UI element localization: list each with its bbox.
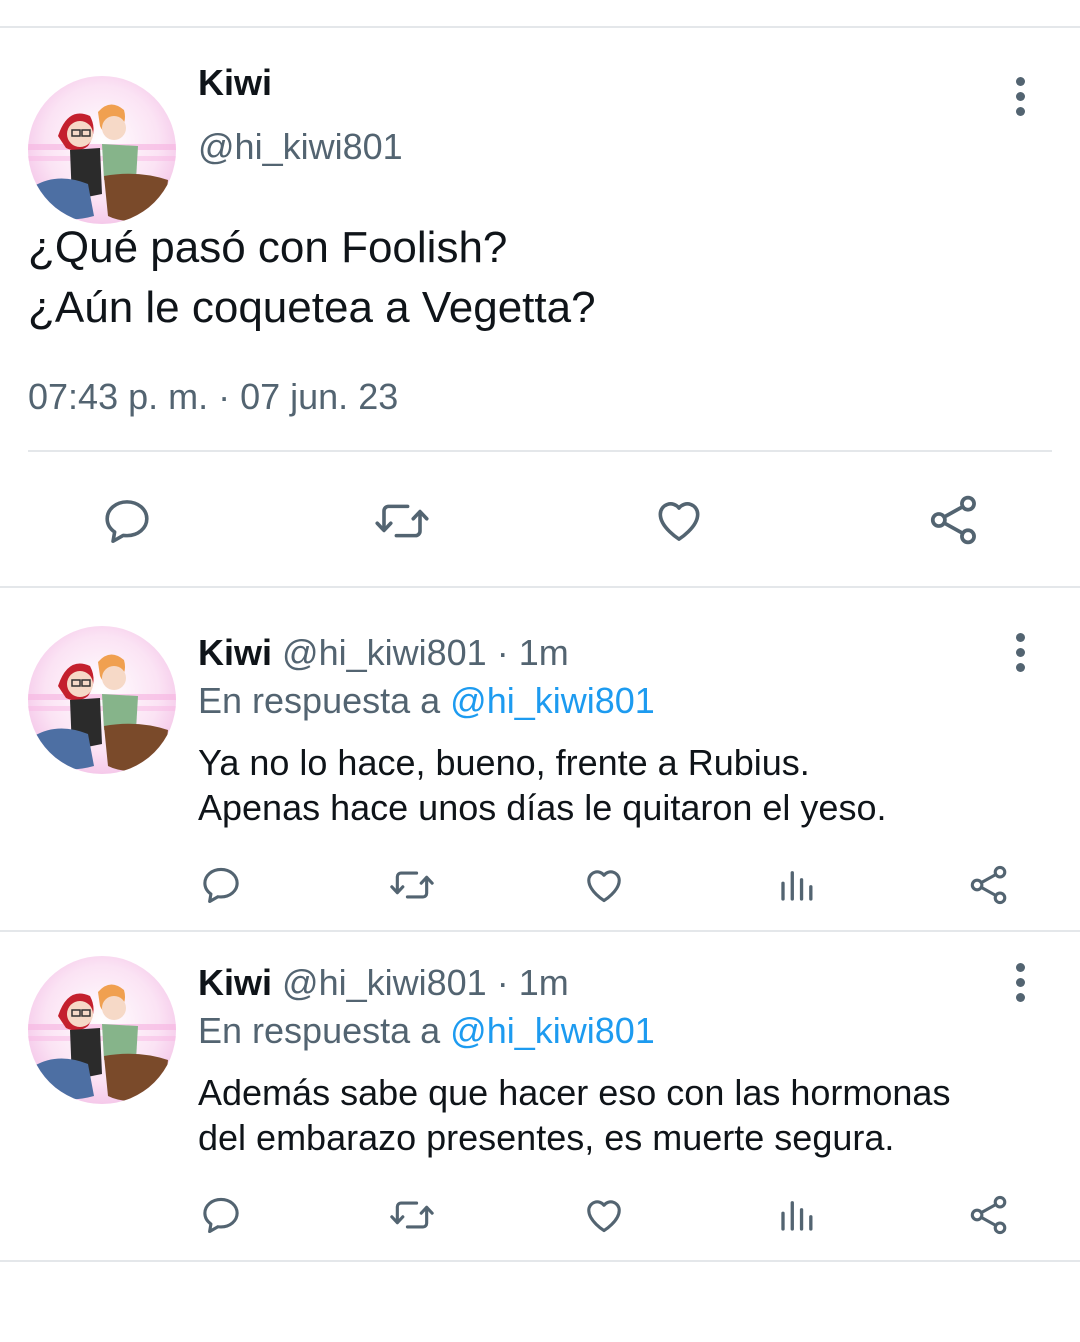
display-name[interactable]: Kiwi — [198, 962, 272, 1003]
avatar[interactable] — [28, 626, 176, 774]
share-icon — [970, 1195, 1007, 1235]
user-handle[interactable]: @hi_kiwi801 — [198, 126, 403, 168]
avatar-illustration — [28, 626, 176, 774]
tweet-text-line: ¿Qué pasó con Foolish? — [28, 223, 508, 272]
user-handle[interactable]: @hi_kiwi801 — [282, 632, 487, 673]
like-icon — [587, 1200, 621, 1233]
reply-prefix: En respuesta a — [198, 680, 441, 721]
like-icon — [587, 870, 621, 903]
avatar[interactable] — [28, 76, 176, 224]
tweet-text: ¿Qué pasó con Foolish? ¿Aún le coquetea … — [28, 218, 1048, 338]
reply-header: Kiwi @hi_kiwi801 · 1m — [198, 962, 569, 1004]
reply-icon — [203, 867, 239, 904]
reply-button[interactable] — [198, 1192, 244, 1238]
reply-icon — [105, 500, 149, 544]
like-button[interactable] — [580, 1192, 628, 1238]
user-handle[interactable]: @hi_kiwi801 — [282, 962, 487, 1003]
tweet-timestamp[interactable]: 07:43 p. m. · 07 jun. 23 — [28, 376, 398, 418]
avatar[interactable] — [28, 956, 176, 1104]
tweet-text-line: Ya no lo hace, bueno, frente a Rubius. — [198, 742, 810, 783]
reply-context: En respuesta a @hi_kiwi801 — [198, 1010, 655, 1052]
retweet-button[interactable] — [386, 1192, 438, 1238]
views-button[interactable] — [774, 862, 820, 908]
tweet-text-line: ¿Aún le coquetea a Vegetta? — [28, 283, 596, 332]
display-name[interactable]: Kiwi — [198, 632, 272, 673]
more-options-icon[interactable] — [1004, 628, 1036, 676]
tweet-text: Además sabe que hacer eso con las hormon… — [198, 1070, 1058, 1160]
views-button[interactable] — [774, 1192, 820, 1238]
display-name[interactable]: Kiwi — [198, 62, 272, 104]
divider — [28, 450, 1052, 452]
share-button[interactable] — [966, 1192, 1012, 1238]
like-button[interactable] — [648, 490, 710, 550]
avatar-illustration — [28, 76, 176, 224]
reply-context: En respuesta a @hi_kiwi801 — [198, 680, 655, 722]
retweet-icon — [390, 1201, 434, 1229]
tweet-time[interactable]: 1m — [519, 962, 569, 1003]
reply-to-link[interactable]: @hi_kiwi801 — [450, 1010, 655, 1051]
separator: · — [496, 632, 509, 673]
like-icon — [658, 502, 700, 541]
tweet-text-line: Además sabe que hacer eso con las hormon… — [198, 1072, 951, 1113]
tweet-time[interactable]: 1m — [519, 632, 569, 673]
reply-prefix: En respuesta a — [198, 1010, 441, 1051]
tweet-text-line: del embarazo presentes, es muerte segura… — [198, 1117, 895, 1158]
reply-tweet: Kiwi @hi_kiwi801 · 1m En respuesta a @hi… — [0, 932, 1080, 1260]
retweet-icon — [390, 871, 434, 899]
more-options-icon[interactable] — [1004, 958, 1036, 1006]
reply-icon — [203, 1197, 239, 1234]
retweet-icon — [375, 504, 429, 538]
share-button[interactable] — [966, 862, 1012, 908]
share-icon — [930, 495, 976, 545]
share-button[interactable] — [924, 490, 984, 550]
tweet-text: Ya no lo hace, bueno, frente a Rubius. A… — [198, 740, 1058, 830]
like-button[interactable] — [580, 862, 628, 908]
views-icon — [781, 1201, 813, 1231]
reply-button[interactable] — [96, 492, 158, 550]
section-divider — [0, 1260, 1080, 1262]
more-options-icon[interactable] — [1004, 72, 1036, 120]
reply-button[interactable] — [198, 862, 244, 908]
reply-header: Kiwi @hi_kiwi801 · 1m — [198, 632, 569, 674]
reply-tweet: Kiwi @hi_kiwi801 · 1m En respuesta a @hi… — [0, 588, 1080, 930]
reply-to-link[interactable]: @hi_kiwi801 — [450, 680, 655, 721]
tweet-text-line: Apenas hace unos días le quitaron el yes… — [198, 787, 887, 828]
retweet-button[interactable] — [386, 862, 438, 908]
main-tweet: Kiwi @hi_kiwi801 ¿Qué pasó con Foolish? … — [0, 28, 1080, 588]
retweet-button[interactable] — [368, 492, 436, 550]
separator: · — [496, 962, 509, 1003]
views-icon — [781, 871, 813, 901]
avatar-illustration — [28, 956, 176, 1104]
share-icon — [970, 865, 1007, 905]
